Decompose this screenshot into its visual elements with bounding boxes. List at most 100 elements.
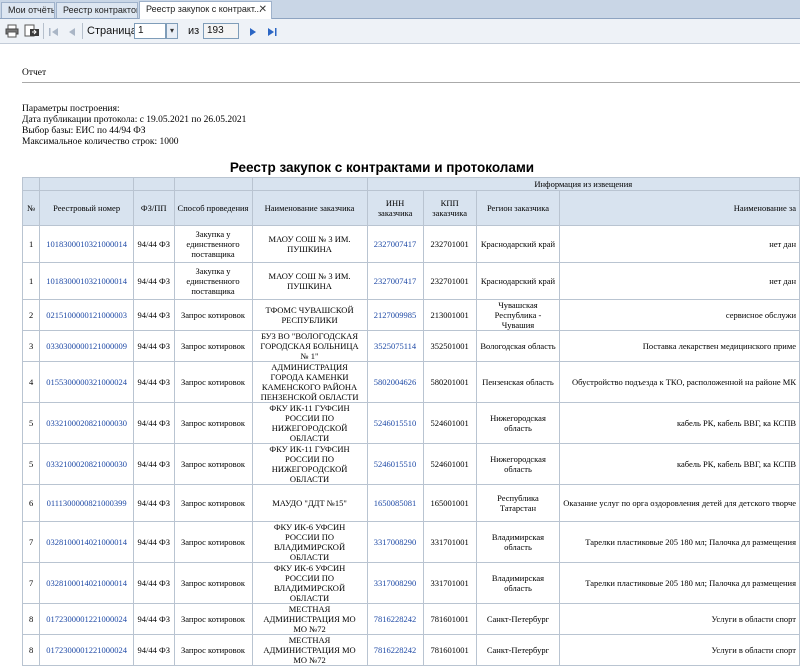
cell-col-inn[interactable]: 7816228242	[366, 634, 424, 666]
next-page-icon[interactable]	[247, 25, 259, 43]
cell-col-kpp: 524601001	[422, 402, 477, 444]
close-icon[interactable]: ✕	[259, 4, 267, 15]
cell-col-registry-number[interactable]: 0330300000121000009	[39, 330, 134, 362]
cell-col-inn[interactable]: 5246015510	[366, 402, 424, 444]
procurement-table: Информация из извещения № Реестровый номе…	[21, 177, 800, 666]
cell-col-customer-name: ФКУ ИК-11 ГУФСИН РОССИИ ПО НИЖЕГОРОДСКОЙ…	[251, 402, 368, 444]
cell-col-subject: Тарелки пластиковые 205 180 мл; Палочка …	[559, 521, 800, 563]
cell-col-registry-number[interactable]: 0155300000321000024	[39, 361, 134, 403]
cell-col-inn[interactable]: 5802004626	[366, 361, 424, 403]
cell-col-region: Краснодарский край	[475, 225, 561, 263]
cell-col-kpp: 524601001	[422, 443, 477, 485]
cell-col-subject: Оказание услуг по орга оздоровления дете…	[559, 484, 800, 522]
toolbar-separator	[82, 23, 83, 39]
cell-col-inn[interactable]: 5246015510	[366, 443, 424, 485]
cell-col-region: Владимирская область	[475, 562, 561, 604]
cell-col-kpp: 213001001	[422, 299, 477, 331]
first-page-icon[interactable]	[48, 25, 60, 43]
cell-col-number: 3	[21, 330, 41, 362]
cell-col-method: Закупка у единственного поставщика	[173, 262, 253, 300]
cell-col-registry-number[interactable]: 0328100014021000014	[39, 562, 134, 604]
page-label: Страница	[87, 25, 137, 37]
prev-page-icon[interactable]	[66, 25, 78, 43]
table-row: 5 0332100020821000030 94/44 ФЗ Запрос котир…	[21, 402, 800, 444]
chevron-down-icon[interactable]: ▾	[166, 23, 178, 39]
cell-col-customer-name: МАУДО "ДДТ №15"	[251, 484, 368, 522]
cell-col-law: 94/44 ФЗ	[132, 225, 175, 263]
export-icon[interactable]	[24, 24, 40, 43]
cell-col-registry-number[interactable]: 0332100020821000030	[39, 443, 134, 485]
cell-col-number: 5	[21, 402, 41, 444]
cell-col-registry-number[interactable]: 0215100000121000003	[39, 299, 134, 331]
tab-bar: Мои отчёты Реестр контрактов Реестр заку…	[0, 0, 800, 19]
cell-col-kpp: 781601001	[422, 634, 477, 666]
report-toolbar: Страница 1 ▾ из 193	[0, 19, 800, 44]
print-icon[interactable]	[5, 24, 19, 43]
report-title: Реестр закупок с контрактами и протокола…	[229, 160, 535, 175]
cell-col-inn[interactable]: 2127009985	[366, 299, 424, 331]
cell-col-registry-number[interactable]: 1018300010321000014	[39, 225, 134, 263]
cell-col-region: Пензенская область	[475, 361, 561, 403]
cell-col-method: Запрос котировок	[173, 603, 253, 635]
cell-col-method: Закупка у единственного поставщика	[173, 225, 253, 263]
cell-col-number: 2	[21, 299, 41, 331]
page-number-select[interactable]: 1	[134, 23, 166, 39]
cell-col-registry-number[interactable]: 0172300001221000024	[39, 603, 134, 635]
cell-col-inn[interactable]: 3525075114	[366, 330, 424, 362]
cell-col-region: Краснодарский край	[475, 262, 561, 300]
cell-col-kpp: 165001001	[422, 484, 477, 522]
cell-col-subject: Услуги в области спорт	[559, 603, 800, 635]
cell-col-kpp: 331701001	[422, 521, 477, 563]
cell-col-law: 94/44 ФЗ	[132, 262, 175, 300]
cell-col-inn[interactable]: 2327007417	[366, 225, 424, 263]
header-col-method: Способ проведения	[173, 190, 253, 226]
cell-col-customer-name: ТФОМС ЧУВАШСКОЙ РЕСПУБЛИКИ	[251, 299, 368, 331]
cell-col-registry-number[interactable]: 0111300000821000399	[39, 484, 134, 522]
cell-col-customer-name: АДМИНИСТРАЦИЯ ГОРОДА КАМЕНКИ КАМЕНСКОГО …	[251, 361, 368, 403]
cell-col-number: 6	[21, 484, 41, 522]
table-row: 1 1018300010321000014 94/44 ФЗ Закупка у ед…	[21, 225, 800, 263]
cell-col-number: 1	[21, 262, 41, 300]
cell-col-region: Нижегородская область	[475, 443, 561, 485]
header-blank	[173, 177, 253, 191]
cell-col-method: Запрос котировок	[173, 361, 253, 403]
table-row: 1 1018300010321000014 94/44 ФЗ Закупка у ед…	[21, 262, 800, 300]
tab-label: Реестр контрактов	[63, 5, 138, 15]
cell-col-customer-name: МАОУ СОШ № 3 ИМ. ПУШКИНА	[251, 225, 368, 263]
cell-col-inn[interactable]: 2327007417	[366, 262, 424, 300]
table-row: 7 0328100014021000014 94/44 ФЗ Запрос котир…	[21, 562, 800, 604]
cell-col-registry-number[interactable]: 0172300001221000024	[39, 634, 134, 666]
report-heading: Отчет	[22, 68, 47, 78]
heading-divider	[22, 82, 800, 83]
cell-col-registry-number[interactable]: 0332100020821000030	[39, 402, 134, 444]
header-col-customer-name: Наименование заказчика	[251, 190, 368, 226]
cell-col-law: 94/44 ФЗ	[132, 443, 175, 485]
cell-col-region: Чувашская Республика - Чувашия	[475, 299, 561, 331]
cell-col-kpp: 232701001	[422, 262, 477, 300]
tab-contracts-registry[interactable]: Реестр контрактов	[56, 2, 138, 18]
cell-col-kpp: 781601001	[422, 603, 477, 635]
tab-my-reports[interactable]: Мои отчёты	[1, 2, 55, 18]
cell-col-inn[interactable]: 7816228242	[366, 603, 424, 635]
cell-col-number: 4	[21, 361, 41, 403]
cell-col-number: 1	[21, 225, 41, 263]
cell-col-inn[interactable]: 1650085081	[366, 484, 424, 522]
header-blank	[132, 177, 175, 191]
cell-col-number: 7	[21, 562, 41, 604]
cell-col-law: 94/44 ФЗ	[132, 521, 175, 563]
header-blank	[39, 177, 134, 191]
cell-col-region: Республика Татарстан	[475, 484, 561, 522]
param-max-rows: Максимальное количество строк: 1000	[22, 137, 179, 147]
cell-col-law: 94/44 ФЗ	[132, 634, 175, 666]
cell-col-registry-number[interactable]: 1018300010321000014	[39, 262, 134, 300]
last-page-icon[interactable]	[266, 25, 278, 43]
table-row: 3 0330300000121000009 94/44 ФЗ Запрос котир…	[21, 330, 800, 362]
cell-col-inn[interactable]: 3317008290	[366, 562, 424, 604]
cell-col-inn[interactable]: 3317008290	[366, 521, 424, 563]
cell-col-method: Запрос котировок	[173, 521, 253, 563]
cell-col-method: Запрос котировок	[173, 484, 253, 522]
cell-col-registry-number[interactable]: 0328100014021000014	[39, 521, 134, 563]
tab-procurement-registry[interactable]: Реестр закупок с контракт... ✕	[139, 1, 272, 19]
cell-col-subject: Тарелки пластиковые 205 180 мл; Палочка …	[559, 562, 800, 604]
cell-col-region: Нижегородская область	[475, 402, 561, 444]
